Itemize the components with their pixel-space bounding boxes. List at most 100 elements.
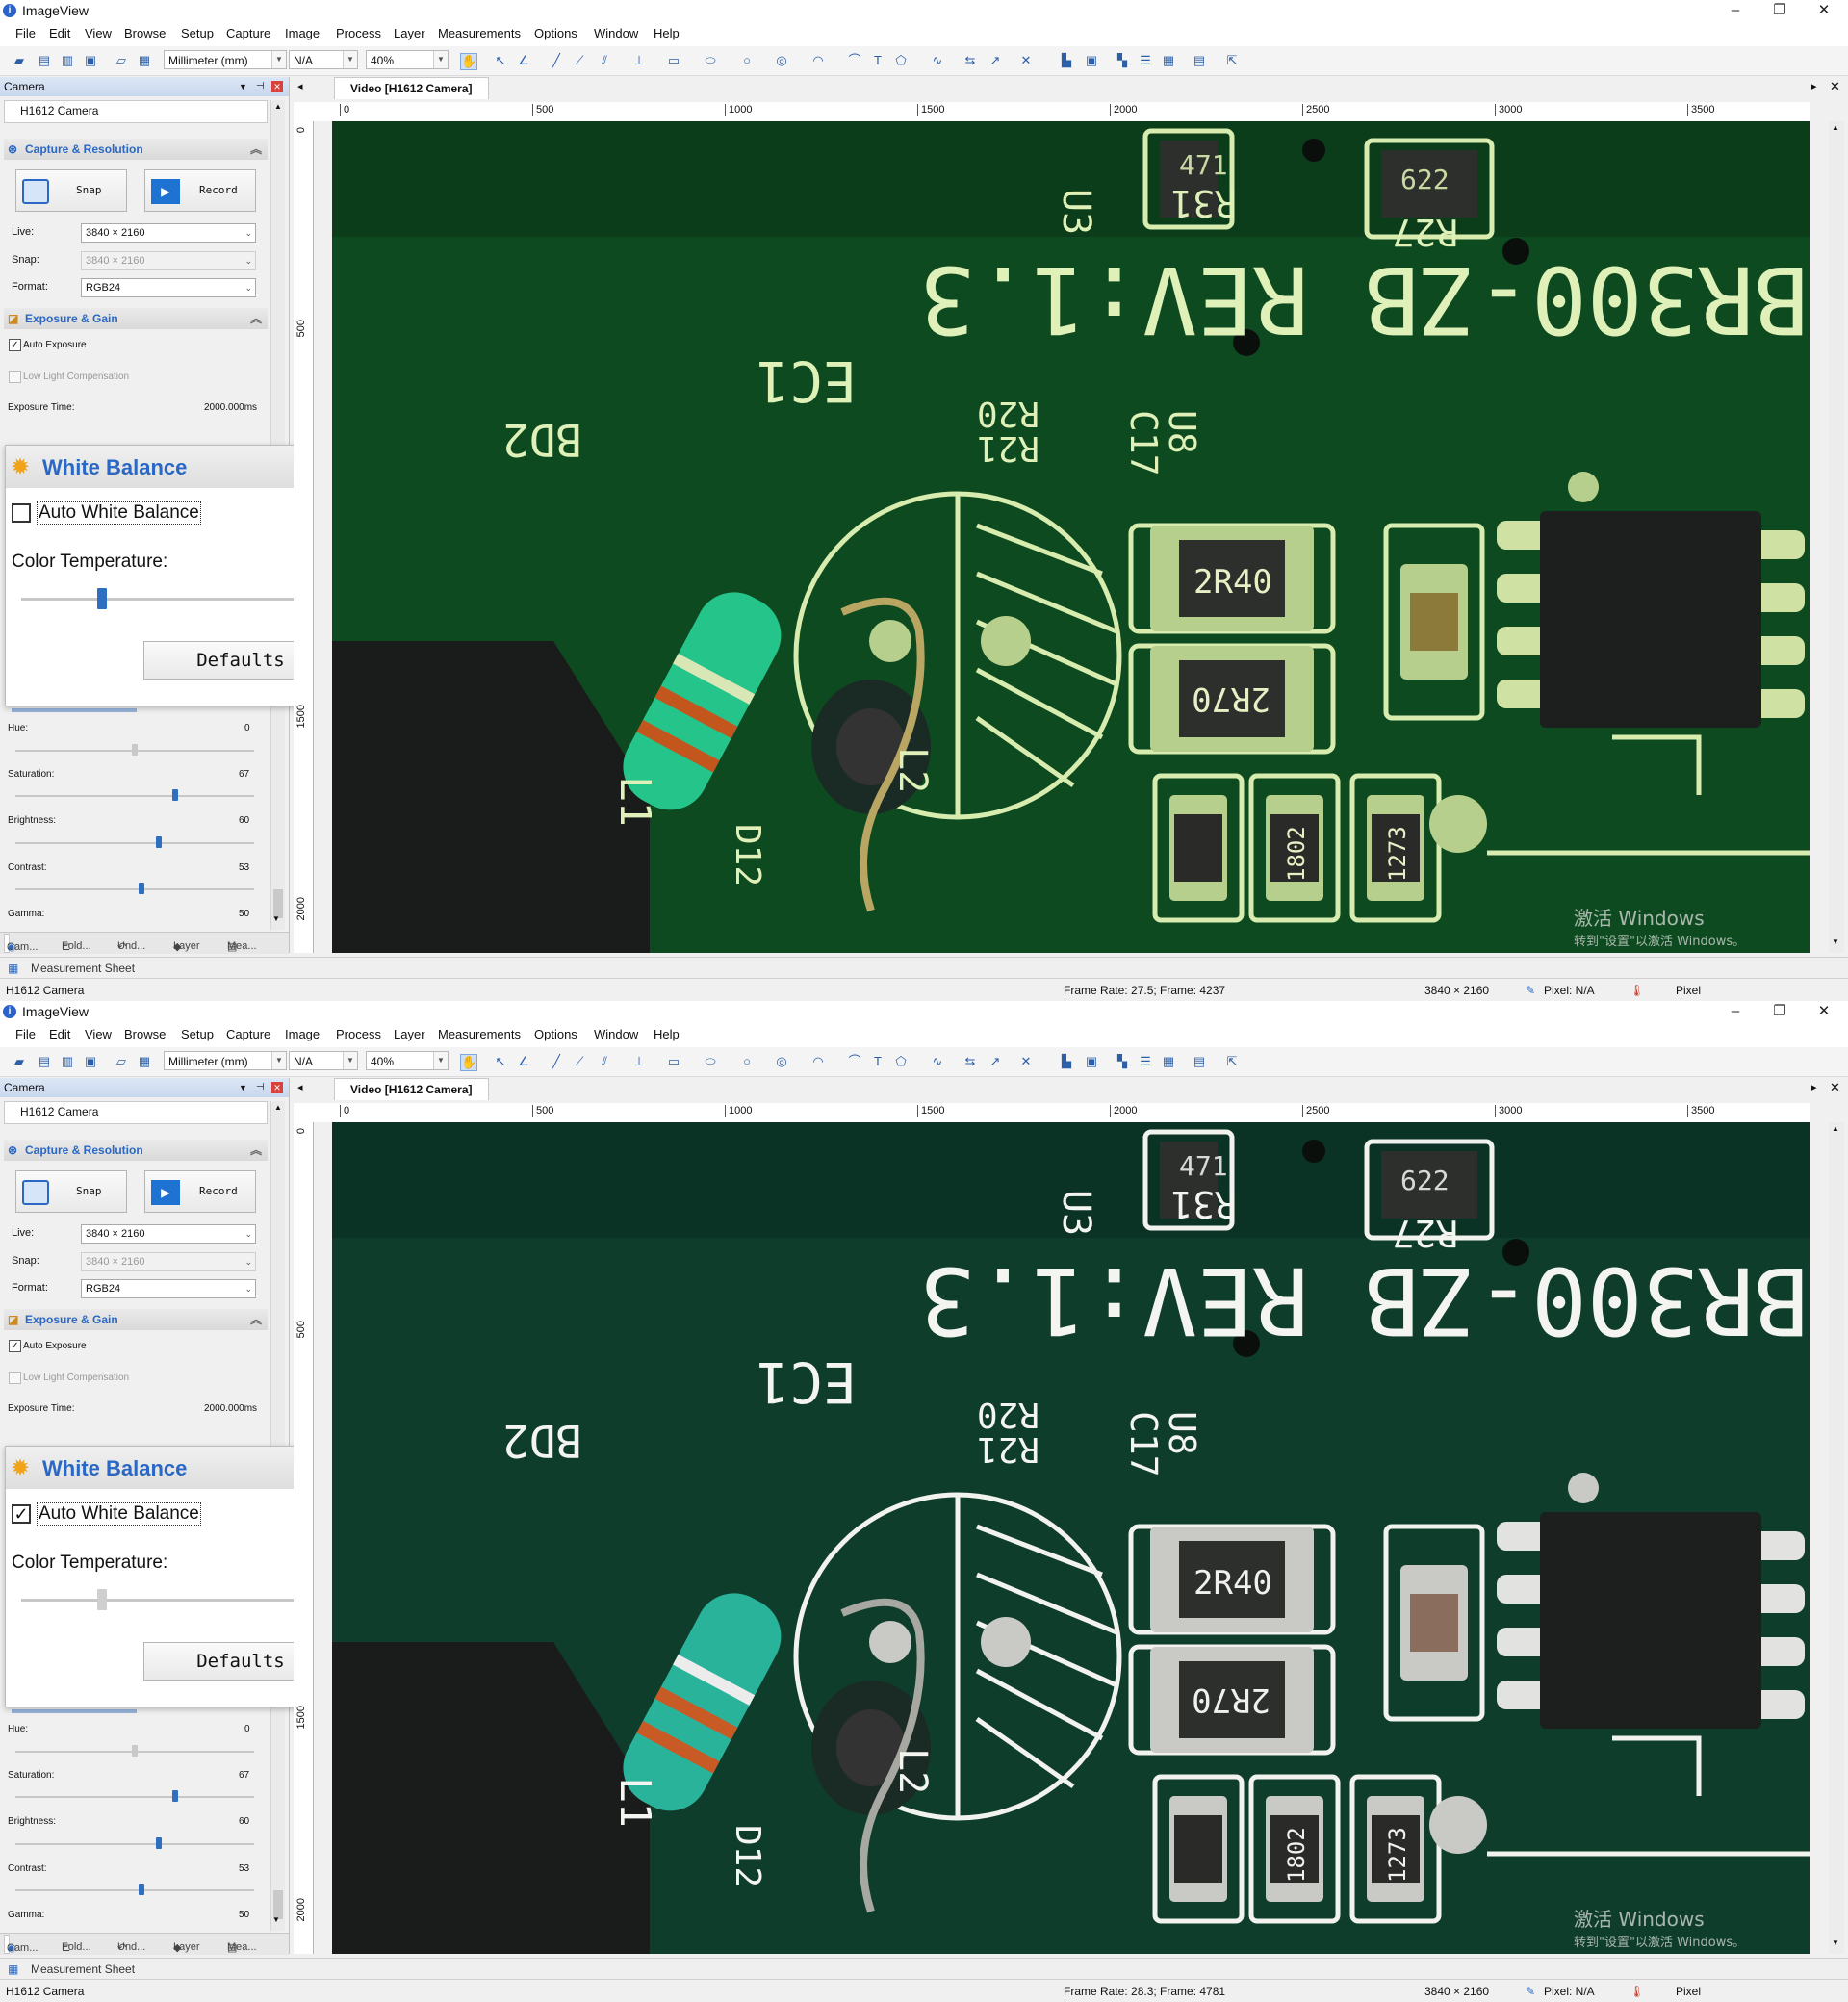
brightness-slider-thumb[interactable] xyxy=(155,1837,162,1849)
menu-layer[interactable]: Layer xyxy=(394,1027,425,1041)
exposure-section-header[interactable]: ◪ Exposure & Gain ︽ xyxy=(4,1309,268,1330)
pin-icon[interactable]: ⊣ xyxy=(256,77,265,96)
menu-process[interactable]: Process xyxy=(336,26,381,40)
line-tool-icon[interactable]: ╱ xyxy=(549,53,564,68)
unit-select[interactable]: Millimeter (mm) ▼ xyxy=(164,1051,287,1070)
menu-layer[interactable]: Layer xyxy=(394,26,425,40)
camera-live-image[interactable]: 471 622 R31 R27 U3 BR300-ZB REV:1.3 EC1 … xyxy=(332,1122,1810,1954)
count-tool-icon[interactable]: ✕ xyxy=(1018,53,1034,68)
curve-tool-icon[interactable]: ⌒ xyxy=(847,1054,862,1069)
image-vertical-scrollbar[interactable]: ▲ ▼ xyxy=(1829,1122,1844,1954)
count-tool-icon[interactable]: ✕ xyxy=(1018,1054,1034,1069)
doc-close-icon[interactable]: ✕ xyxy=(1830,1080,1840,1095)
align-icon[interactable]: ☰ xyxy=(1138,53,1153,68)
contrast-slider-thumb[interactable] xyxy=(139,1884,145,1895)
menu-file[interactable]: File xyxy=(15,26,36,40)
doc-close-icon[interactable]: ✕ xyxy=(1830,79,1840,94)
external-icon[interactable]: ⇱ xyxy=(1224,1054,1240,1069)
arc-tool-icon[interactable]: ◠ xyxy=(810,53,826,68)
curve-tool-icon[interactable]: ⌒ xyxy=(847,53,862,68)
tab-video[interactable]: Video [H1612 Camera] xyxy=(334,77,489,99)
calibration-select[interactable]: N/A ▼ xyxy=(289,50,358,69)
line-tool-icon[interactable]: ╱ xyxy=(549,1054,564,1069)
concentric-tool-icon[interactable]: ◎ xyxy=(774,53,789,68)
scale-bar-icon[interactable]: ⇆ xyxy=(962,53,978,68)
menu-edit[interactable]: Edit xyxy=(49,26,70,40)
unit-select[interactable]: Millimeter (mm) ▼ xyxy=(164,50,287,69)
record-button[interactable]: ▶ Record xyxy=(144,1170,256,1213)
pin-icon[interactable]: ⊣ xyxy=(256,1078,265,1097)
circle-tool-icon[interactable]: ○ xyxy=(739,1054,755,1069)
circle-tool-icon[interactable]: ○ xyxy=(739,53,755,68)
doc-scroll-left-icon[interactable]: ◂ xyxy=(297,80,303,92)
auto-exposure-checkbox[interactable]: ✓ xyxy=(9,339,21,351)
menu-capture[interactable]: Capture xyxy=(226,26,270,40)
thumbnails-icon[interactable]: ▦ xyxy=(137,1054,152,1069)
brightness-slider-track[interactable] xyxy=(15,842,254,844)
export-sheet-icon[interactable]: ▤ xyxy=(1192,53,1207,68)
menu-process[interactable]: Process xyxy=(336,1027,381,1041)
browse-folder-icon[interactable]: ▱ xyxy=(114,53,129,68)
saturation-slider-track[interactable] xyxy=(15,795,254,797)
arc-tool-icon[interactable]: ◠ xyxy=(810,1054,826,1069)
menu-edit[interactable]: Edit xyxy=(49,1027,70,1041)
angle-tool-icon[interactable]: ∠ xyxy=(516,1054,531,1069)
scroll-up-icon[interactable]: ▲ xyxy=(1832,1124,1839,1133)
hue-slider-thumb[interactable] xyxy=(132,1745,138,1757)
menu-measurements[interactable]: Measurements xyxy=(438,26,521,40)
camera-live-image[interactable]: 471 622 R31 R27 U3 BR300-ZB REV:1.3 EC1 … xyxy=(332,121,1810,953)
doc-scroll-right-icon[interactable]: ▸ xyxy=(1811,1081,1817,1093)
minimize-button[interactable]: – xyxy=(1713,1001,1758,1022)
thumbnails-icon[interactable]: ▦ xyxy=(137,53,152,68)
menu-image[interactable]: Image xyxy=(285,26,320,40)
perpendicular-tool-icon[interactable]: ⊥ xyxy=(631,53,647,68)
exposure-section-header[interactable]: ◪ Exposure & Gain ︽ xyxy=(4,308,268,329)
open-folder-icon[interactable]: ▰ xyxy=(12,1054,27,1069)
menu-help[interactable]: Help xyxy=(654,1027,680,1041)
scroll-down-icon[interactable]: ▼ xyxy=(1832,1938,1839,1947)
auto-white-balance-checkbox[interactable] xyxy=(12,503,31,523)
select-arrow-icon[interactable]: ↖ xyxy=(493,53,508,68)
polygon-tool-icon[interactable]: ⬠ xyxy=(893,53,909,68)
menu-file[interactable]: File xyxy=(15,1027,36,1041)
format-select[interactable]: RGB24 ⌄ xyxy=(81,1279,256,1298)
menu-capture[interactable]: Capture xyxy=(226,1027,270,1041)
select-arrow-icon[interactable]: ↖ xyxy=(493,1054,508,1069)
calibrate-icon[interactable]: ▙ xyxy=(1059,53,1074,68)
save-icon[interactable]: ▤ xyxy=(37,53,52,68)
layer-icon[interactable]: ▚ xyxy=(1115,53,1130,68)
menu-view[interactable]: View xyxy=(85,26,112,40)
scroll-down-icon[interactable]: ▼ xyxy=(272,1915,280,1924)
saturation-slider-thumb[interactable] xyxy=(172,789,179,801)
hue-slider-thumb[interactable] xyxy=(132,744,138,756)
snap-button[interactable]: Snap xyxy=(15,169,127,212)
contrast-slider-track[interactable] xyxy=(15,888,254,890)
camera-list[interactable]: H1612 Camera xyxy=(4,100,268,123)
zoom-select[interactable]: 40% ▼ xyxy=(366,1051,449,1070)
close-window-button[interactable]: ✕ xyxy=(1802,1001,1846,1022)
pan-hand-icon[interactable]: ✋ xyxy=(460,53,477,70)
auto-exposure-checkbox[interactable]: ✓ xyxy=(9,1340,21,1352)
save-as-icon[interactable]: ▥ xyxy=(60,53,75,68)
menu-image[interactable]: Image xyxy=(285,1027,320,1041)
contrast-slider-track[interactable] xyxy=(15,1889,254,1891)
snap-button[interactable]: Snap xyxy=(15,1170,127,1213)
calibrate-icon[interactable]: ▙ xyxy=(1059,1054,1074,1069)
menu-browse[interactable]: Browse xyxy=(124,26,166,40)
menu-setup[interactable]: Setup xyxy=(181,26,214,40)
live-resolution-select[interactable]: 3840 × 2160 ⌄ xyxy=(81,1224,256,1244)
panel-menu-chevron-icon[interactable]: ▼ xyxy=(239,77,247,96)
restore-button[interactable]: ❐ xyxy=(1758,1001,1802,1022)
panel-menu-chevron-icon[interactable]: ▼ xyxy=(239,1078,247,1097)
print-icon[interactable]: ▣ xyxy=(83,53,98,68)
scale-bar-icon[interactable]: ⇆ xyxy=(962,1054,978,1069)
saturation-slider-track[interactable] xyxy=(15,1796,254,1798)
capture-section-header[interactable]: ⊛ Capture & Resolution ︽ xyxy=(4,139,268,160)
brightness-slider-track[interactable] xyxy=(15,1843,254,1845)
text-tool-icon[interactable]: T xyxy=(870,53,886,68)
doc-scroll-left-icon[interactable]: ◂ xyxy=(297,1081,303,1093)
polyline-tool-icon[interactable]: ⟋ xyxy=(572,1054,587,1069)
save-as-icon[interactable]: ▥ xyxy=(60,1054,75,1069)
live-resolution-select[interactable]: 3840 × 2160 ⌄ xyxy=(81,223,256,243)
polyline-tool-icon[interactable]: ⟋ xyxy=(572,53,587,68)
